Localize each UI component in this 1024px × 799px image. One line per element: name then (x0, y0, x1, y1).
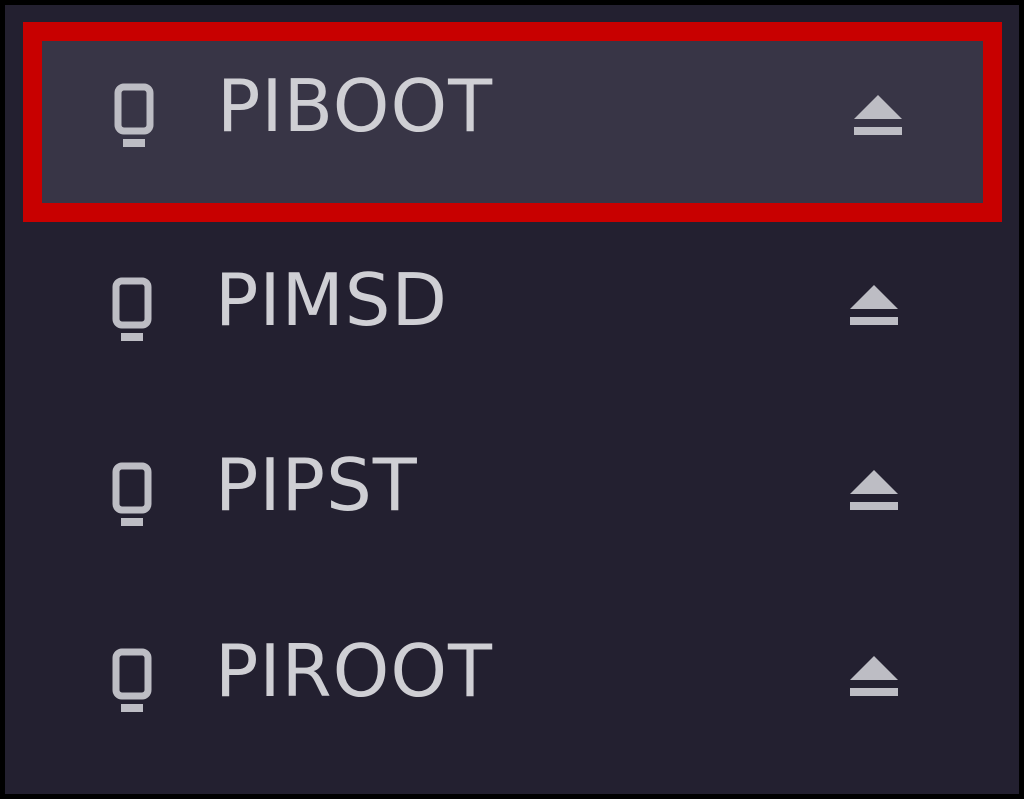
volume-item-piroot[interactable]: PIROOT (5, 588, 1019, 748)
eject-icon[interactable] (848, 468, 900, 514)
eject-icon[interactable] (852, 93, 904, 139)
eject-icon[interactable] (848, 654, 900, 700)
eject-icon[interactable] (848, 283, 900, 329)
volume-label: PIROOT (215, 629, 494, 713)
drive-icon (110, 648, 154, 720)
volume-item-pipst[interactable]: PIPST (5, 402, 1019, 562)
selected-item-background: PIBOOT (42, 41, 983, 203)
volume-item-pimsd[interactable]: PIMSD (5, 217, 1019, 377)
volume-list-panel: PIBOOT PIMSD PIPST PIROOT (5, 5, 1019, 794)
volume-label: PIMSD (215, 258, 448, 342)
volume-item-piboot[interactable]: PIBOOT (23, 22, 1002, 222)
volume-label: PIBOOT (217, 64, 494, 148)
drive-icon (112, 83, 156, 155)
drive-icon (110, 277, 154, 349)
drive-icon (110, 462, 154, 534)
volume-label: PIPST (215, 443, 418, 527)
